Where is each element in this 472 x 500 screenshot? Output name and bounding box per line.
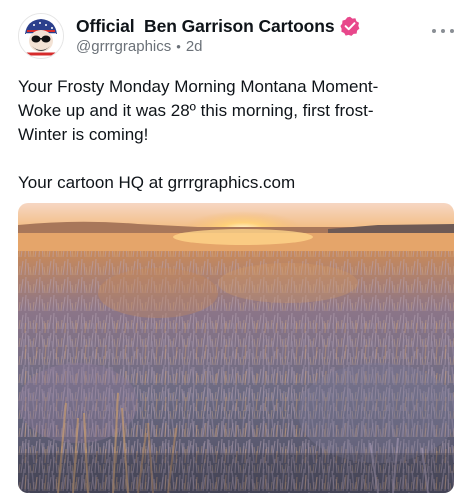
author-meta: @grrrgraphics • 2d — [76, 38, 203, 55]
post-timestamp[interactable]: 2d — [186, 38, 203, 55]
sunrise-frosty-sagebrush-photo[interactable] — [18, 203, 454, 493]
post-text-line: Your Frosty Monday Morning Montana Momen… — [18, 77, 379, 96]
meta-separator: • — [176, 39, 181, 54]
dot — [450, 29, 454, 33]
more-options-icon[interactable] — [432, 24, 454, 38]
author-name-row: Official Ben Garrison Cartoons — [76, 14, 360, 38]
author-handle[interactable]: @grrrgraphics — [76, 38, 171, 55]
dot — [441, 29, 445, 33]
verified-badge-icon — [340, 16, 360, 36]
post-text-line: Winter is coming! — [18, 125, 149, 144]
post-text: Your Frosty Monday Morning Montana Momen… — [18, 75, 448, 195]
post-text-line: Woke up and it was 28º this morning, fir… — [18, 101, 374, 120]
post-card: Official Ben Garrison Cartoons @grrrgrap… — [0, 0, 472, 500]
cartoon-avatar-icon[interactable] — [18, 13, 64, 59]
dot — [432, 29, 436, 33]
author-display-name[interactable]: Official Ben Garrison Cartoons — [76, 16, 335, 37]
post-text-line: Your cartoon HQ at grrrgraphics.com — [18, 173, 296, 192]
